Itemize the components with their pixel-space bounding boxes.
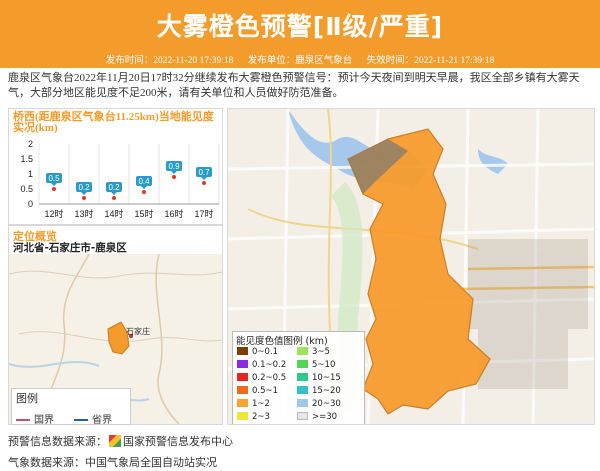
x-tick-label: 14时: [104, 208, 123, 219]
x-tick-label: 16时: [164, 208, 183, 219]
visibility-chart: 0 0.5 1 1.5 2 12时 13时 14时 15时 16时 17时 0.5 0.2 0.2 0.4 0…: [20, 139, 220, 219]
y-tick-label: 0: [28, 199, 33, 209]
data-label: 0.5: [48, 174, 60, 183]
vis-legend-item: 2~3: [237, 412, 270, 422]
vis-legend-item: 3~5: [297, 347, 330, 357]
cma-logo-icon: [109, 435, 121, 447]
vis-legend-item: 20~30: [297, 399, 341, 409]
warning-description: 鹿泉区气象台2022年11月20日17时32分继续发布大雾橙色预警信号：预计今天…: [8, 72, 580, 99]
map-legend: 图例 国界 省界: [11, 388, 131, 426]
visibility-legend: 能见度色值图例 (km) 0~0.1 3~5 0.1~0.2 5~10 0.2~…: [232, 331, 365, 424]
warning-header: 大雾橙色预警[Ⅱ级/严重] 发布时间：2022-11-20 17:39:18 发…: [0, 0, 600, 68]
vis-legend-item: 5~10: [297, 360, 335, 370]
data-point: [52, 187, 56, 191]
warning-meta: 发布时间：2022-11-20 17:39:18 发布单位：鹿泉区气象台 失效时…: [0, 52, 600, 66]
data-point: [142, 190, 146, 194]
vis-legend-item: 10~15: [297, 373, 341, 383]
legend-item-national-border: 国界: [16, 411, 54, 426]
warning-source-link[interactable]: 国家预警信息发布中心: [123, 435, 233, 448]
x-tick-label: 13时: [74, 208, 93, 219]
x-tick-label: 12时: [44, 208, 63, 219]
data-label-pointer: [111, 192, 117, 195]
data-label: 0.2: [78, 183, 90, 192]
x-tick-label: 17时: [194, 208, 213, 219]
data-label-pointer: [171, 171, 177, 174]
y-tick-label: 1.5: [20, 154, 33, 164]
data-label-pointer: [81, 192, 87, 195]
legend-item-province-border: 省界: [74, 411, 112, 426]
chart-title: 桥西(距鹿泉区气象台11.25km)当地能见度实况(km): [13, 111, 214, 134]
visibility-chart-panel: 桥西(距鹿泉区气象台11.25km)当地能见度实况(km) 0 0.5 1 1.5 2 1…: [8, 108, 223, 225]
location-overview-panel: 定位概览 河北省-石家庄市-鹿泉区 石家庄 图例 国界 省界: [8, 225, 223, 426]
detail-map-panel: 能见度色值图例 (km) 0~0.1 3~5 0.1~0.2 5~10 0.2~…: [227, 108, 595, 425]
vis-legend-item: 1~2: [237, 399, 270, 409]
y-tick-label: 1: [28, 169, 33, 179]
data-label: 0.2: [108, 183, 120, 192]
weather-source: 气象数据来源：中国气象局全国自动站实况: [8, 456, 217, 469]
map-legend-title: 图例: [16, 392, 38, 405]
data-label-pointer: [201, 177, 207, 180]
data-label-pointer: [141, 186, 147, 189]
visibility-legend-title: 能见度色值图例 (km): [236, 336, 328, 347]
vis-legend-item: 0.5~1: [237, 386, 278, 396]
data-label: 0.4: [138, 177, 150, 186]
data-label-pointer: [51, 183, 57, 186]
vis-legend-item: 0~0.1: [237, 347, 278, 357]
data-point: [202, 181, 206, 185]
location-name: 河北省-石家庄市-鹿泉区: [13, 242, 127, 254]
vis-legend-item: 0.1~0.2: [237, 360, 286, 370]
vis-legend-item: >=30: [297, 412, 337, 422]
page-title: 大雾橙色预警[Ⅱ级/严重]: [156, 12, 444, 41]
data-point: [82, 196, 86, 200]
vis-legend-item: 15~20: [297, 386, 341, 396]
y-tick-label: 2: [28, 139, 33, 149]
x-tick-label: 15时: [134, 208, 153, 219]
warning-source: 预警信息数据来源： 国家预警信息发布中心: [8, 435, 233, 448]
publisher: 发布单位：鹿泉区气象台: [247, 56, 353, 66]
vis-legend-item: 0.2~0.5: [237, 373, 286, 383]
expire-time: 失效时间：2022-11-21 17:39:18: [366, 56, 495, 66]
data-point: [112, 196, 116, 200]
publish-time: 发布时间：2022-11-20 17:39:18: [105, 56, 234, 66]
y-tick-label: 0.5: [20, 184, 33, 194]
data-label: 0.9: [168, 162, 180, 171]
data-label: 0.7: [198, 168, 210, 177]
data-point: [172, 175, 176, 179]
map-city-label: 石家庄: [126, 326, 150, 336]
